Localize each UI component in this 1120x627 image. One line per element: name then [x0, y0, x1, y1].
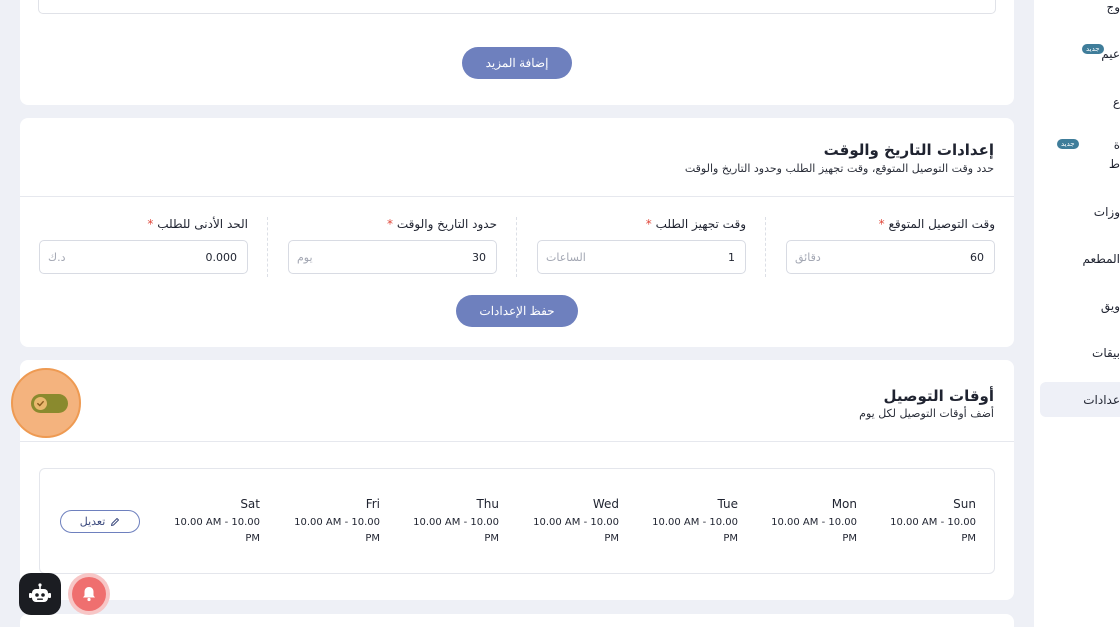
sidebar-item[interactable]: بيقات: [1092, 346, 1120, 360]
unit-label: يوم: [297, 251, 313, 264]
unit-label: د.ك: [48, 251, 66, 264]
chat-bot-button[interactable]: [19, 573, 61, 615]
divider: [20, 196, 1014, 197]
next-card: [20, 614, 1014, 627]
check-icon: [34, 397, 47, 410]
robot-icon: [29, 583, 51, 602]
sidebar-item[interactable]: ة: [1114, 138, 1120, 152]
datetime-settings-title: إعدادات التاريخ والوقت: [823, 141, 994, 159]
sidebar-item[interactable]: المطعم: [1082, 252, 1120, 266]
pencil-icon: [111, 517, 120, 526]
notifications-button[interactable]: [68, 573, 110, 615]
unit-label: الساعات: [546, 251, 586, 264]
datetime-settings-card: إعدادات التاريخ والوقت حدد وقت التوصيل ا…: [20, 118, 1014, 347]
field-separator: [516, 217, 517, 277]
datetime-settings-subtitle: حدد وقت التوصيل المتوقع، وقت تجهيز الطلب…: [684, 162, 994, 175]
sidebar-item[interactable]: وزات: [1094, 205, 1120, 219]
preparation-time-input[interactable]: 1 الساعات: [537, 240, 746, 274]
item-input-field[interactable]: [38, 0, 996, 14]
new-badge: جديد: [1082, 44, 1104, 54]
delivery-times-card: أوقات التوصيل أضف أوقات التوصيل لكل يوم …: [11, 360, 1014, 600]
sidebar-item[interactable]: ع: [1113, 95, 1120, 109]
day-column-sun: Sun 10.00 AM - 10.00 PM: [890, 497, 976, 544]
day-column-tue: Tue 10.00 AM - 10.00 PM: [652, 497, 738, 544]
field-label: وقت تجهيز الطلب *: [645, 217, 746, 231]
field-label: الحد الأدنى للطلب *: [147, 217, 248, 231]
date-limit-input[interactable]: 30 يوم: [288, 240, 497, 274]
field-label: حدود التاريخ والوقت *: [387, 217, 497, 231]
field-separator: [267, 217, 268, 277]
delivery-times-toggle[interactable]: [31, 394, 68, 413]
save-settings-button[interactable]: حفظ الإعدادات: [456, 295, 578, 327]
day-column-wed: Wed 10.00 AM - 10.00 PM: [533, 497, 619, 544]
delivery-times-title: أوقات التوصيل: [883, 387, 994, 405]
delivery-times-subtitle: أضف أوقات التوصيل لكل يوم: [859, 407, 994, 420]
delivery-schedule: Sun 10.00 AM - 10.00 PM Mon 10.00 AM - 1…: [39, 468, 995, 574]
sidebar: وج عيم جديد ع ة جديد ط وزات المطعم ويق ب…: [1034, 0, 1120, 627]
sidebar-item[interactable]: وج: [1106, 0, 1120, 14]
toggle-highlight: [11, 368, 81, 438]
day-column-mon: Mon 10.00 AM - 10.00 PM: [771, 497, 857, 544]
sidebar-item-settings[interactable]: عدادات: [1083, 393, 1120, 407]
field-label: وقت التوصيل المتوقع *: [878, 217, 995, 231]
add-more-button[interactable]: إضافة المزيد: [462, 47, 572, 79]
expected-delivery-input[interactable]: 60 دقائق: [786, 240, 995, 274]
items-card: إضافة المزيد: [20, 0, 1014, 105]
day-column-sat: Sat 10.00 AM - 10.00 PM: [174, 497, 260, 544]
sidebar-item[interactable]: عيم: [1101, 47, 1120, 61]
day-column-thu: Thu 10.00 AM - 10.00 PM: [413, 497, 499, 544]
field-separator: [765, 217, 766, 277]
main-content: إضافة المزيد إعدادات التاريخ والوقت حدد …: [0, 0, 1034, 627]
edit-schedule-button[interactable]: تعديل: [60, 510, 140, 533]
sidebar-item[interactable]: ويق: [1101, 299, 1120, 313]
bell-icon: [83, 587, 95, 602]
divider: [20, 441, 1014, 442]
minimum-order-input[interactable]: 0.000 د.ك: [39, 240, 248, 274]
sidebar-item[interactable]: ط: [1109, 157, 1120, 171]
day-column-fri: Fri 10.00 AM - 10.00 PM: [294, 497, 380, 544]
unit-label: دقائق: [795, 251, 821, 264]
new-badge: جديد: [1057, 139, 1079, 149]
